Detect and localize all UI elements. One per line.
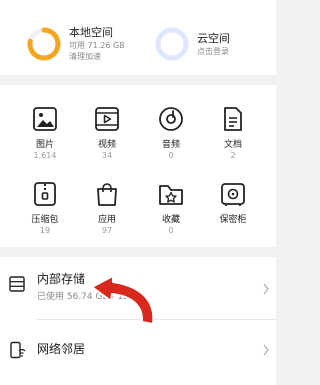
category-videos[interactable]: 视频 34: [82, 105, 132, 161]
cloud-login-link[interactable]: 点击登录: [197, 46, 230, 57]
category-label: 图片: [35, 140, 54, 150]
internal-storage-row[interactable]: 内部存储 已使用 56.74 GB / 128: [0, 261, 276, 319]
category-images[interactable]: 图片 1,614: [20, 105, 70, 161]
chevron-right-icon: [263, 283, 269, 295]
cloud-storage-ring: [154, 26, 190, 62]
category-label: 应用: [97, 215, 116, 225]
category-label: 视频: [97, 140, 116, 150]
cloud-storage-title: 云空间: [197, 31, 230, 45]
local-storage-title: 本地空间: [69, 26, 113, 39]
category-grid: 图片 1,614 视频 34 音频 0 文档 2 压缩包 19 应用 97 收藏…: [0, 85, 276, 247]
clean-speedup-link[interactable]: 清理加速: [69, 51, 125, 62]
storage-list-icon: [9, 276, 25, 292]
network-neighborhood-row[interactable]: 网络邻居: [0, 321, 276, 379]
local-storage-ring: [26, 26, 62, 62]
category-label: 音频: [161, 140, 180, 150]
category-count: 0: [168, 151, 174, 160]
favorite-folder-icon: [159, 185, 183, 205]
archive-icon: [34, 182, 56, 206]
video-icon: [95, 107, 119, 131]
image-icon: [33, 107, 57, 131]
storage-locations: 内部存储 已使用 56.74 GB / 128 网络邻居: [0, 257, 276, 385]
category-count: 34: [101, 151, 113, 160]
category-apps[interactable]: 应用 97: [82, 180, 132, 236]
local-storage-available: 可用 71.26 GB: [69, 41, 125, 50]
category-count: 1,614: [33, 151, 57, 160]
cloud-storage-card[interactable]: 云空间 点击登录: [154, 24, 230, 64]
audio-icon: [159, 107, 183, 131]
category-label: 保密柜: [219, 215, 247, 225]
category-count: 2: [230, 151, 236, 160]
category-label: 收藏: [161, 215, 180, 225]
row-divider: [37, 319, 276, 320]
document-icon: [224, 107, 242, 131]
internal-storage-usage: 已使用 56.74 GB / 128: [37, 292, 135, 302]
category-audio[interactable]: 音频 0: [146, 105, 196, 161]
category-archives[interactable]: 压缩包 19: [20, 180, 70, 236]
safe-icon: [221, 183, 245, 206]
category-label: 文档: [223, 140, 242, 150]
local-storage-card[interactable]: 本地空间 可用 71.26 GB 清理加速: [26, 24, 125, 64]
internal-storage-title: 内部存储: [37, 272, 86, 286]
category-count: 97: [101, 226, 113, 235]
category-safe[interactable]: 保密柜: [208, 180, 258, 226]
category-label: 压缩包: [31, 215, 59, 225]
storage-overview: 本地空间 可用 71.26 GB 清理加速 云空间 点击登录: [0, 0, 276, 75]
category-count: 0: [168, 226, 174, 235]
network-neighborhood-title: 网络邻居: [37, 342, 86, 356]
category-favorites[interactable]: 收藏 0: [146, 180, 196, 236]
app-bag-icon: [97, 183, 117, 206]
category-documents[interactable]: 文档 2: [208, 105, 258, 161]
category-count: 19: [39, 226, 51, 235]
chevron-right-icon: [263, 344, 269, 356]
network-device-icon: [10, 341, 26, 359]
